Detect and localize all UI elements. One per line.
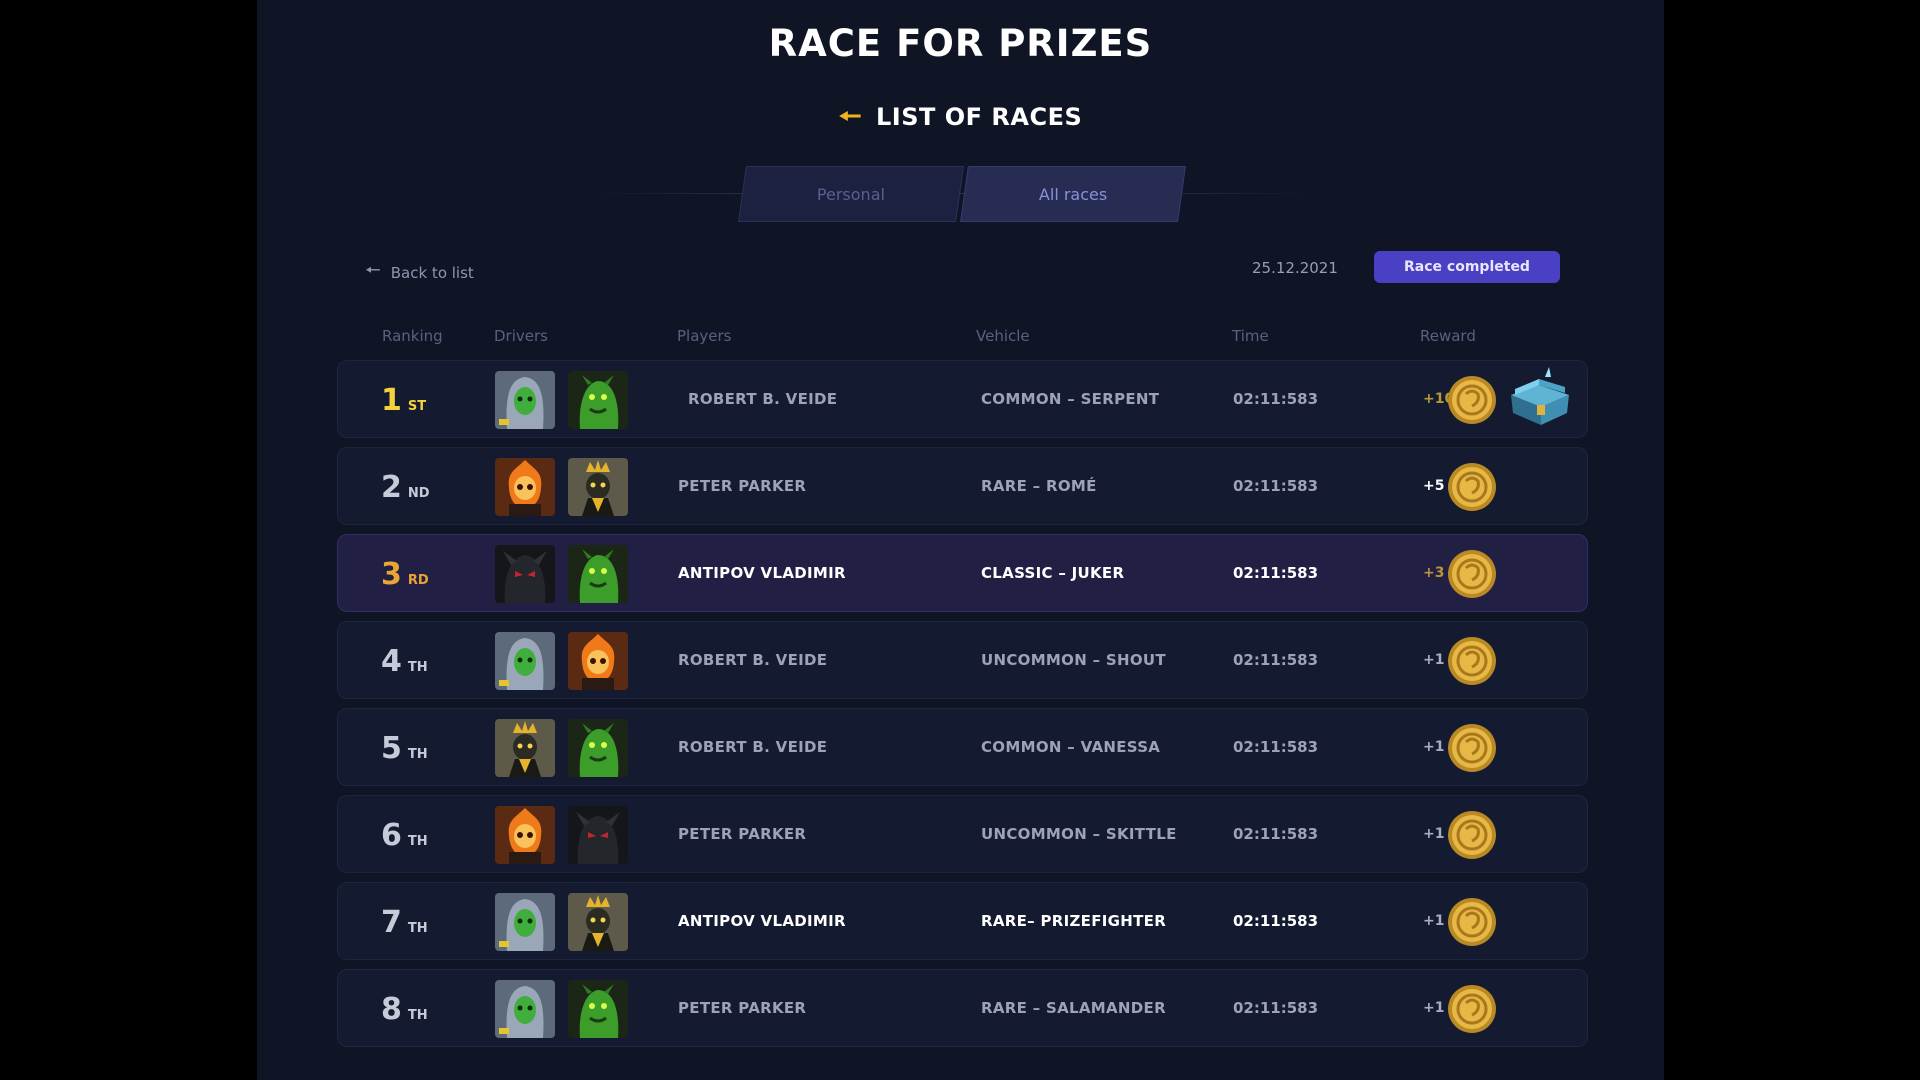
player-name: ANTIPOV VLADIMIR [678, 564, 846, 582]
section-title-text: LIST OF RACES [876, 103, 1083, 131]
back-to-list-label: Back to list [390, 264, 474, 282]
driver-avatar-hooded-green-driver[interactable] [495, 893, 555, 951]
race-time: 02:11:583 [1233, 825, 1319, 843]
driver-avatar-green-beast-driver[interactable] [568, 371, 628, 429]
rank-label: 2 ND [381, 470, 430, 505]
player-name: PETER PARKER [678, 477, 807, 495]
table-row[interactable]: 2 ND PETER PARKER RARE – ROMÉ 02:11:583 +… [337, 447, 1588, 525]
treasure-chest-icon [1505, 365, 1575, 431]
column-players: Players [677, 327, 732, 345]
race-panel: RACE FOR PRIZES 🠔 LIST OF RACES Personal … [257, 0, 1664, 1080]
tab-all-races[interactable]: All races [960, 166, 1186, 222]
race-time: 02:11:583 [1233, 390, 1319, 408]
reward-amount: +1 [1423, 913, 1445, 929]
driver-avatar-flame-skull-driver[interactable] [495, 458, 555, 516]
coin-icon [1446, 809, 1498, 861]
rank-label: 1 ST [381, 383, 427, 418]
driver-avatar-green-beast-driver[interactable] [568, 545, 628, 603]
driver-avatar-hooded-green-driver[interactable] [495, 632, 555, 690]
table-row[interactable]: 5 TH ROBERT B. VEIDE COMMON – VANESSA 02:… [337, 708, 1588, 786]
rank-label: 7 TH [381, 905, 428, 940]
race-time: 02:11:583 [1233, 477, 1319, 495]
coin-icon [1446, 461, 1498, 513]
table-row[interactable]: 7 TH ANTIPOV VLADIMIR RARE– PRIZEFIGHTER … [337, 882, 1588, 960]
vehicle-name: RARE – ROMÉ [981, 477, 1097, 495]
results-table: 1 ST ROBERT B. VEIDE COMMON – SERPENT 02:… [337, 360, 1588, 1056]
arrow-left-icon: 🠔 [365, 260, 381, 281]
reward-amount: +5 [1423, 478, 1445, 494]
table-row[interactable]: 6 TH PETER PARKER UNCOMMON – SKITTLE 02:1… [337, 795, 1588, 873]
race-time: 02:11:583 [1233, 999, 1319, 1017]
player-name: PETER PARKER [678, 825, 807, 843]
race-time: 02:11:583 [1233, 564, 1319, 582]
reward-amount: +1 [1423, 1000, 1445, 1016]
column-vehicle: Vehicle [976, 327, 1030, 345]
driver-avatar-hooded-green-driver[interactable] [495, 980, 555, 1038]
table-row[interactable]: 4 TH ROBERT B. VEIDE UNCOMMON – SHOUT 02:… [337, 621, 1588, 699]
section-title: 🠔 LIST OF RACES [257, 98, 1664, 142]
table-row[interactable]: 1 ST ROBERT B. VEIDE COMMON – SERPENT 02:… [337, 360, 1588, 438]
page-title: RACE FOR PRIZES [768, 22, 1153, 65]
player-name: ROBERT B. VEIDE [678, 738, 828, 756]
rank-label: 4 TH [381, 644, 428, 679]
column-reward: Reward [1420, 327, 1476, 345]
race-time: 02:11:583 [1233, 912, 1319, 930]
race-time: 02:11:583 [1233, 651, 1319, 669]
vehicle-name: RARE – SALAMANDER [981, 999, 1166, 1017]
column-drivers: Drivers [494, 327, 548, 345]
table-row[interactable]: 3 RD ANTIPOV VLADIMIR CLASSIC – JUKER 02:… [337, 534, 1588, 612]
race-time: 02:11:583 [1233, 738, 1319, 756]
vehicle-name: COMMON – SERPENT [981, 390, 1160, 408]
driver-avatar-flame-skull-driver[interactable] [495, 806, 555, 864]
rank-label: 5 TH [381, 731, 428, 766]
tab-personal[interactable]: Personal [738, 166, 964, 222]
vehicle-name: RARE– PRIZEFIGHTER [981, 912, 1167, 930]
driver-avatar-dark-beast-driver[interactable] [568, 806, 628, 864]
column-time: Time [1232, 327, 1269, 345]
driver-avatar-hooded-green-driver[interactable] [495, 371, 555, 429]
reward-amount: +3 [1423, 565, 1445, 581]
race-date: 25.12.2021 [1252, 259, 1338, 277]
driver-avatar-flame-skull-driver[interactable] [568, 632, 628, 690]
driver-avatar-green-beast-driver[interactable] [568, 719, 628, 777]
coin-icon [1446, 896, 1498, 948]
column-ranking: Ranking [382, 327, 443, 345]
reward-amount: +1 [1423, 826, 1445, 842]
player-name: ANTIPOV VLADIMIR [678, 912, 846, 930]
driver-avatar-dark-beast-driver[interactable] [495, 545, 555, 603]
reward-amount: +1 [1423, 739, 1445, 755]
coin-icon [1446, 983, 1498, 1035]
driver-avatar-green-beast-driver[interactable] [568, 980, 628, 1038]
arrow-left-icon[interactable]: 🠔 [839, 102, 862, 132]
vehicle-name: COMMON – VANESSA [981, 738, 1161, 756]
driver-avatar-gold-crown-driver[interactable] [568, 893, 628, 951]
vehicle-name: UNCOMMON – SHOUT [981, 651, 1166, 669]
coin-icon [1446, 722, 1498, 774]
vehicle-name: CLASSIC – JUKER [981, 564, 1125, 582]
player-name: ROBERT B. VEIDE [688, 390, 838, 408]
rank-label: 6 TH [381, 818, 428, 853]
reward-amount: +1 [1423, 652, 1445, 668]
player-name: PETER PARKER [678, 999, 807, 1017]
driver-avatar-gold-crown-driver[interactable] [568, 458, 628, 516]
coin-icon [1446, 374, 1498, 426]
player-name: ROBERT B. VEIDE [678, 651, 828, 669]
vehicle-name: UNCOMMON – SKITTLE [981, 825, 1177, 843]
back-to-list-link[interactable]: 🠔 Back to list [365, 258, 474, 288]
coin-icon [1446, 635, 1498, 687]
table-row[interactable]: 8 TH PETER PARKER RARE – SALAMANDER 02:11… [337, 969, 1588, 1047]
coin-icon [1446, 548, 1498, 600]
driver-avatar-gold-crown-driver[interactable] [495, 719, 555, 777]
rank-label: 3 RD [381, 557, 429, 592]
status-badge: Race completed [1374, 251, 1560, 283]
table-header: Ranking Drivers Players Vehicle Time Rew… [257, 327, 1664, 347]
rank-label: 8 TH [381, 992, 428, 1027]
